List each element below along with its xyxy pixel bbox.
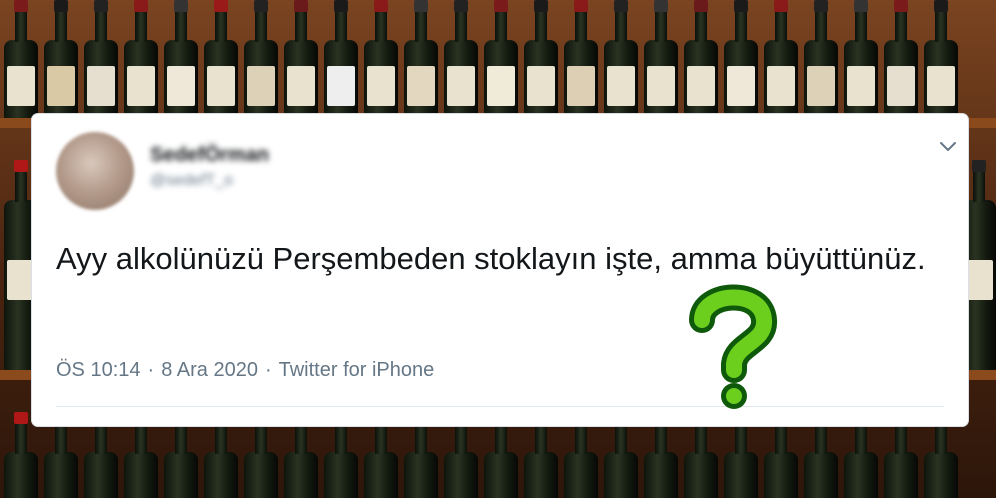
- wine-bottle: [204, 0, 238, 120]
- meta-separator: ·: [264, 359, 272, 381]
- wine-bottle: [444, 0, 478, 120]
- bottle-row-bottom: [0, 412, 996, 498]
- wine-bottle: [124, 0, 158, 120]
- wine-bottle: [444, 412, 478, 498]
- wine-bottle: [4, 412, 38, 498]
- wine-bottle: [884, 0, 918, 120]
- wine-bottle: [604, 0, 638, 120]
- divider: [56, 406, 944, 407]
- wine-bottle: [124, 412, 158, 498]
- wine-bottle: [164, 0, 198, 120]
- wine-bottle: [44, 0, 78, 120]
- wine-bottle: [244, 412, 278, 498]
- wine-bottle: [604, 412, 638, 498]
- wine-bottle: [284, 412, 318, 498]
- wine-bottle: [364, 0, 398, 120]
- chevron-down-icon[interactable]: [938, 136, 958, 156]
- wine-bottle: [84, 412, 118, 498]
- tweet-time[interactable]: ÖS 10:14: [56, 359, 141, 382]
- wine-bottle: [364, 412, 398, 498]
- tweet-text: Ayy alkolünüzü Perşembeden stoklayın işt…: [56, 241, 926, 276]
- tweet-date[interactable]: 8 Ara 2020: [161, 359, 258, 382]
- wine-bottle: [844, 0, 878, 120]
- wine-bottle: [924, 412, 958, 498]
- meta-separator: ·: [147, 359, 155, 381]
- tweet-card[interactable]: SedefÖrman @sedefT_o Ayy alkolünüzü Perş…: [32, 114, 968, 426]
- avatar[interactable]: [56, 132, 134, 210]
- wine-bottle: [764, 412, 798, 498]
- wine-bottle: [44, 412, 78, 498]
- tweet-meta: ÖS 10:14 · 8 Ara 2020 · Twitter for iPho…: [56, 359, 434, 382]
- tweet-source[interactable]: Twitter for iPhone: [279, 359, 435, 382]
- wine-bottle: [204, 412, 238, 498]
- wine-bottle: [524, 412, 558, 498]
- wine-bottle: [684, 412, 718, 498]
- wine-bottle: [564, 0, 598, 120]
- wine-bottle: [484, 0, 518, 120]
- wine-bottle: [884, 412, 918, 498]
- wine-bottle: [284, 0, 318, 120]
- question-mark-icon: [689, 284, 777, 409]
- wine-bottle: [804, 0, 838, 120]
- wine-bottle: [324, 412, 358, 498]
- wine-bottle: [844, 412, 878, 498]
- wine-bottle: [564, 412, 598, 498]
- wine-bottle: [484, 412, 518, 498]
- bottle-row-top: [0, 0, 996, 120]
- wine-bottle: [4, 0, 38, 120]
- wine-bottle: [724, 0, 758, 120]
- wine-bottle: [804, 412, 838, 498]
- wine-bottle: [764, 0, 798, 120]
- wine-bottle: [404, 412, 438, 498]
- wine-bottle: [164, 412, 198, 498]
- user-handle[interactable]: @sedefT_o: [150, 172, 233, 190]
- wine-bottle: [924, 0, 958, 120]
- wine-bottle: [724, 412, 758, 498]
- wine-bottle: [644, 0, 678, 120]
- wine-bottle: [244, 0, 278, 120]
- wine-bottle: [84, 0, 118, 120]
- wine-bottle: [524, 0, 558, 120]
- display-name[interactable]: SedefÖrman: [150, 144, 269, 167]
- wine-bottle: [324, 0, 358, 120]
- wine-bottle: [404, 0, 438, 120]
- wine-bottle: [684, 0, 718, 120]
- wine-bottle: [644, 412, 678, 498]
